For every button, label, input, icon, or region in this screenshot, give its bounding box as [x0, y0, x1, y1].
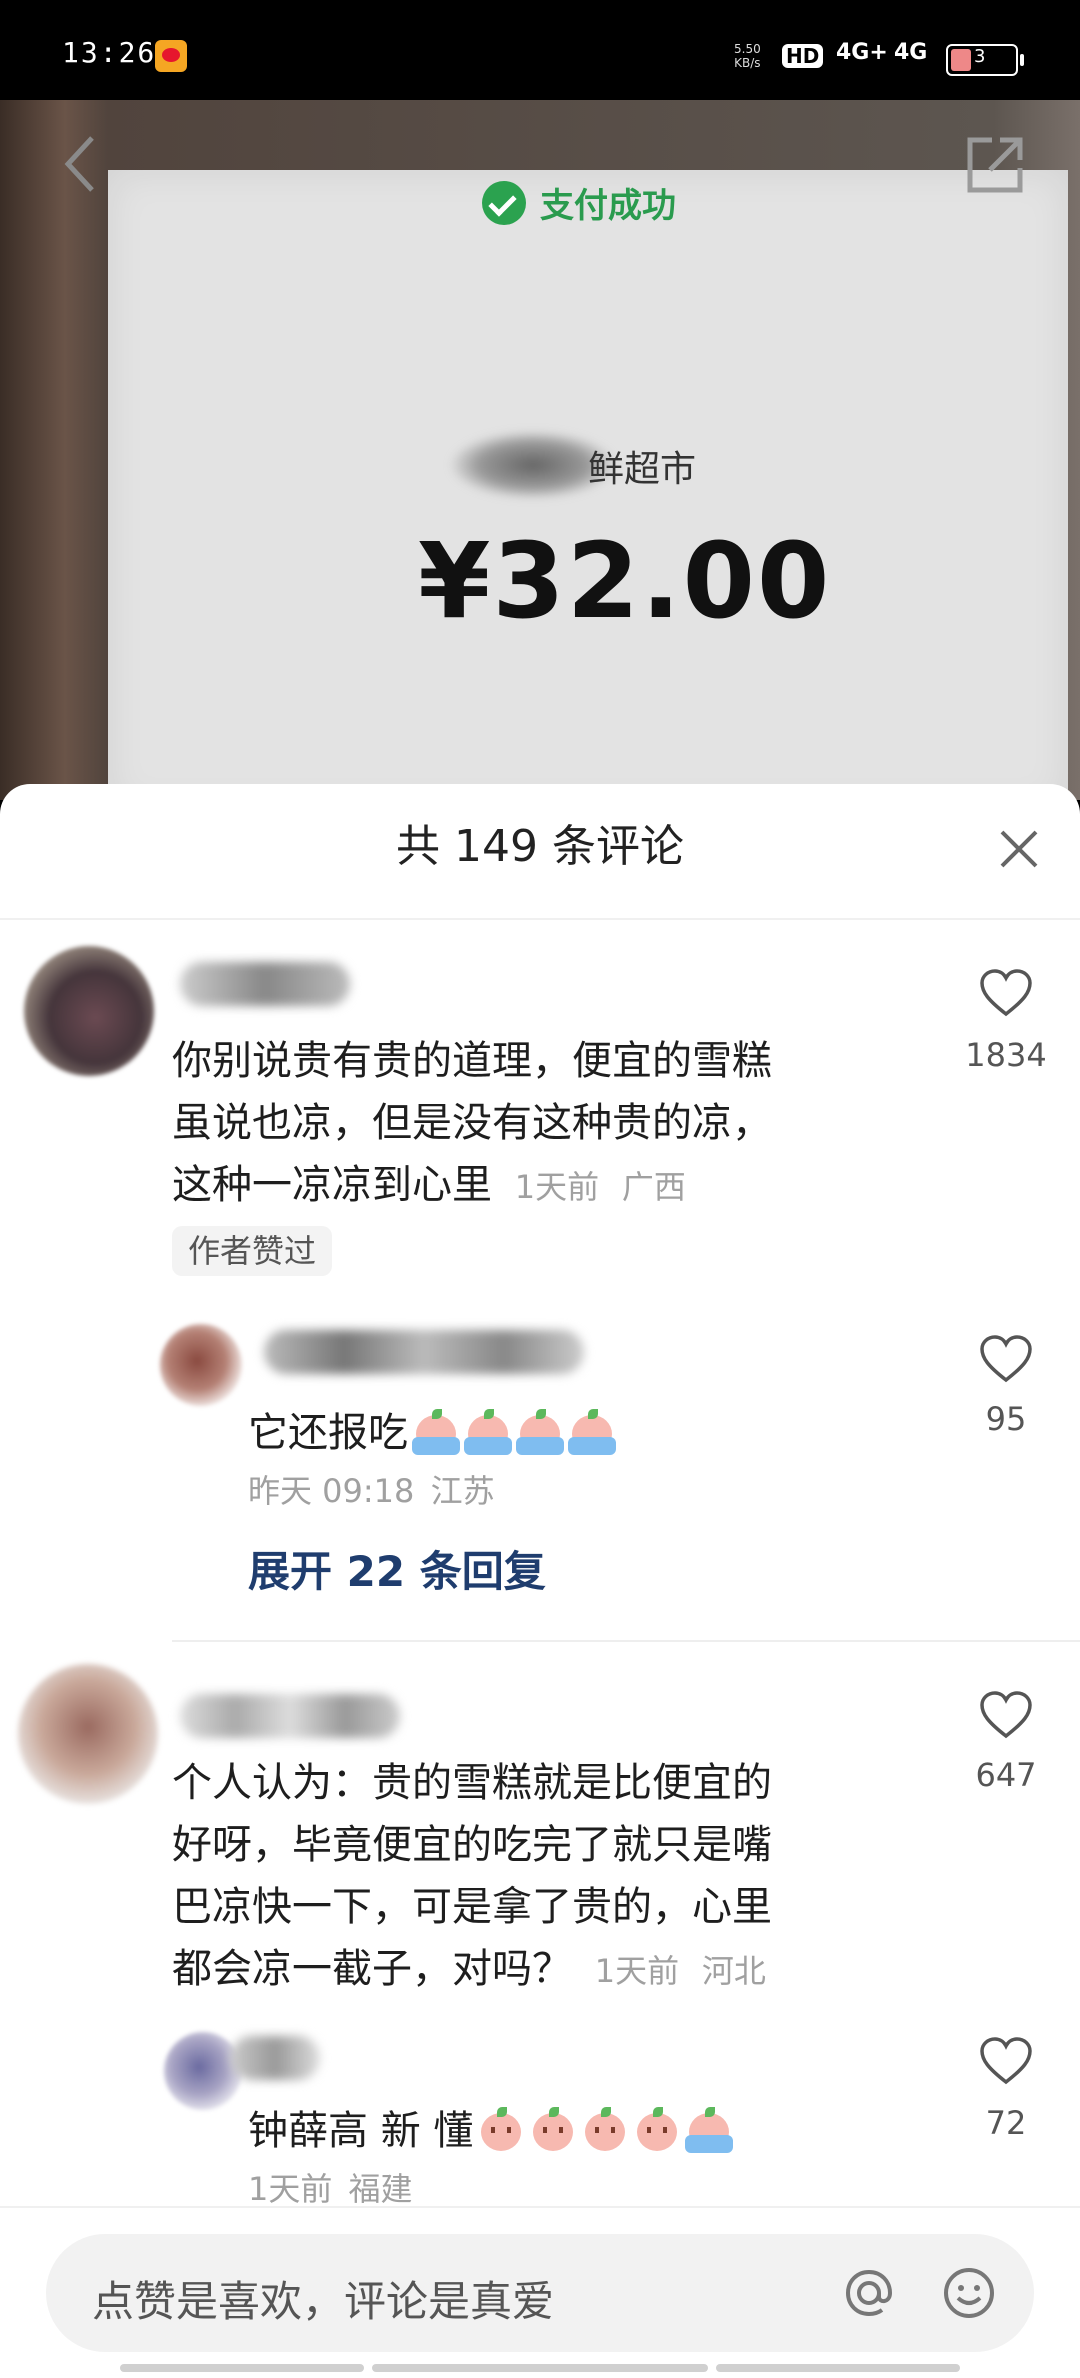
comment-time: 1天前	[514, 1168, 600, 1206]
avatar[interactable]	[160, 1324, 242, 1406]
avatar[interactable]	[164, 2032, 242, 2110]
username[interactable]	[180, 1694, 400, 1738]
comments-count-title: 共 149 条评论	[396, 821, 684, 872]
status-bar: 13:26 5.50 KB/s HD 4G+ 4G 3	[0, 0, 1080, 100]
crying-peach-emoji	[568, 1409, 616, 1457]
peach-emoji	[581, 2107, 629, 2155]
shop-name: 鲜超市	[588, 449, 697, 490]
comment-text[interactable]: 你别说贵有贵的道理，便宜的雪糕 虽说也凉，但是没有这种贵的凉， 这种一凉凉到心里…	[172, 1030, 772, 1218]
close-icon[interactable]	[998, 828, 1040, 870]
smile-icon[interactable]	[942, 2266, 996, 2320]
reply-meta: 1天前 福建	[248, 2164, 413, 2210]
comment-text[interactable]: 个人认为：贵的雪糕就是比便宜的 好呀，毕竟便宜的吃完了就只是嘴 巴凉快一下，可是…	[172, 1752, 772, 2002]
heart-outline-icon[interactable]	[978, 1334, 1034, 1384]
crying-peach-emoji	[412, 1409, 460, 1457]
divider	[0, 918, 1080, 920]
peach-emoji	[477, 2107, 525, 2155]
reply-location: 福建	[348, 2170, 413, 2208]
weibo-app-icon	[155, 40, 187, 72]
reply-text[interactable]: 钟薛高 新 懂	[248, 2100, 734, 2162]
comment-time: 1天前	[594, 1952, 680, 1990]
like-count: 95	[985, 1400, 1027, 1438]
sim1-signal: 4G+	[836, 40, 888, 65]
username[interactable]	[230, 2036, 320, 2080]
avatar[interactable]	[18, 1664, 158, 1804]
expand-replies-button[interactable]: 展开 22 条回复	[248, 1538, 546, 1599]
status-time: 13:26	[62, 36, 157, 69]
like-count: 72	[985, 2104, 1027, 2142]
network-speed: 5.50 KB/s	[734, 42, 761, 70]
nav-indicator	[120, 2364, 364, 2372]
reply-meta: 昨天 09:18 江苏	[248, 1466, 495, 1512]
chevron-left-icon[interactable]	[60, 134, 100, 194]
username[interactable]	[180, 962, 350, 1006]
divider	[172, 1640, 1080, 1642]
hd-badge: HD	[782, 44, 824, 68]
battery-icon: 3	[946, 44, 1024, 76]
heart-outline-icon[interactable]	[978, 2036, 1034, 2086]
reply-time: 昨天 09:18	[248, 1472, 415, 1510]
nav-indicator	[372, 2364, 708, 2372]
check-circle-icon	[482, 180, 526, 225]
at-icon[interactable]	[842, 2266, 896, 2320]
nav-indicator	[716, 2364, 960, 2372]
peach-emoji	[529, 2107, 577, 2155]
comment-location: 广西	[621, 1168, 686, 1206]
heart-outline-icon[interactable]	[978, 1690, 1034, 1740]
peach-emoji	[633, 2107, 681, 2155]
sim2-signal: 4G	[894, 40, 928, 65]
avatar[interactable]	[24, 946, 154, 1076]
username[interactable]	[264, 1330, 584, 1374]
share-icon[interactable]	[962, 132, 1028, 198]
reply-location: 江苏	[430, 1472, 495, 1510]
reply-text[interactable]: 它还报吃	[248, 1402, 616, 1464]
like-count: 1834	[965, 1036, 1047, 1074]
crying-peach-emoji	[685, 2107, 734, 2155]
heart-outline-icon[interactable]	[978, 968, 1034, 1018]
like-count: 647	[975, 1756, 1037, 1794]
payment-success-label: 支付成功	[482, 178, 676, 227]
payment-amount: ¥32.00	[418, 520, 832, 642]
crying-peach-emoji	[516, 1409, 564, 1457]
author-liked-badge: 作者赞过	[172, 1226, 333, 1276]
crying-peach-emoji	[464, 1409, 512, 1457]
comment-location: 河北	[701, 1952, 766, 1990]
comment-input-placeholder: 点赞是喜欢，评论是真爱	[92, 2277, 555, 2326]
reply-time: 1天前	[248, 2170, 333, 2208]
